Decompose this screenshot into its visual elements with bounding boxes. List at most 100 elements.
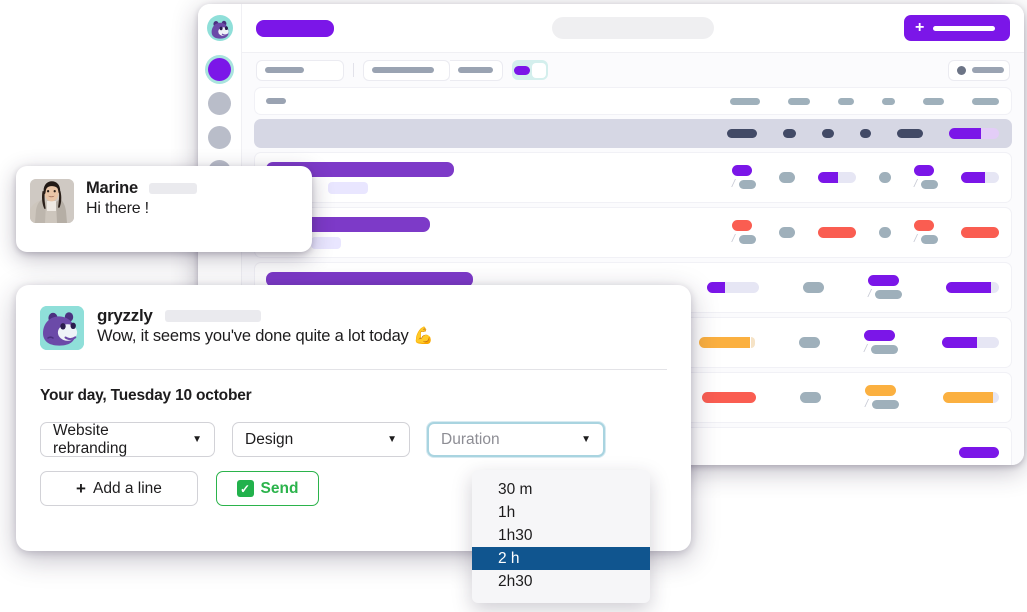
duration-dropdown-menu[interactable]: 30 m 1h 1h30 2 h 2h30 — [472, 470, 650, 603]
cell-value — [860, 129, 871, 138]
filter-select[interactable] — [256, 59, 344, 81]
user-filter-label — [972, 67, 1004, 73]
table-row[interactable] — [254, 119, 1012, 148]
duration-select[interactable]: Duration ▼ — [427, 422, 605, 457]
cell-progress — [946, 282, 999, 293]
cell-fraction: / — [731, 165, 756, 190]
cell-value — [878, 172, 891, 183]
date-range-value-label — [458, 67, 493, 73]
cell-value — [878, 227, 891, 238]
table-row[interactable]: / / — [254, 207, 1012, 258]
chevron-down-icon: ▼ — [387, 434, 397, 445]
cell-value — [822, 129, 834, 138]
cell-progress — [942, 337, 999, 348]
cell-value — [798, 337, 820, 348]
marine-message-text: Hi there ! — [86, 200, 149, 217]
cell-value — [799, 392, 821, 403]
marine-message-card: Marine Hi there ! — [16, 166, 312, 252]
plus-icon: + — [76, 478, 86, 498]
task-select-value: Design — [245, 430, 294, 448]
add-a-line-label: Add a line — [92, 479, 162, 497]
cell-fraction: / — [867, 275, 902, 300]
cell-value — [783, 129, 796, 138]
gryzzly-message-text: Wow, it seems you've done quite a lot to… — [97, 327, 434, 345]
cell-value — [730, 97, 760, 105]
cell-value — [788, 97, 810, 105]
duration-option[interactable]: 1h — [472, 501, 650, 524]
cell-progress — [959, 447, 999, 458]
app-header: + — [242, 4, 1024, 53]
cell-fraction: / — [731, 220, 756, 245]
avatar — [957, 65, 966, 75]
toggle-knob-off — [532, 62, 546, 78]
sidebar-item-workspace-3[interactable] — [208, 126, 231, 149]
cell-fraction: / — [863, 330, 898, 355]
cell-fraction: / — [864, 385, 899, 410]
gryzzly-bear-avatar — [40, 306, 84, 350]
filter-label — [265, 67, 304, 73]
cell-fraction: / — [913, 165, 938, 190]
add-a-line-button[interactable]: + Add a line — [40, 471, 198, 506]
date-range-value[interactable] — [450, 59, 503, 81]
marine-photo-avatar — [30, 179, 74, 223]
cell-value — [778, 172, 795, 183]
timestamp-redacted — [164, 310, 261, 322]
date-range-select[interactable] — [363, 59, 450, 81]
duration-select-placeholder: Duration — [441, 430, 500, 448]
sidebar-item-workspace-active[interactable] — [208, 58, 231, 81]
duration-option[interactable]: 30 m — [472, 478, 650, 501]
toolbar-divider — [353, 63, 354, 77]
cell-value — [802, 282, 824, 293]
app-toolbar — [242, 53, 1024, 87]
cell-value — [972, 97, 999, 105]
chevron-down-icon: ▼ — [581, 434, 591, 445]
cell-progress — [817, 172, 856, 183]
cell-progress — [706, 282, 759, 293]
table-row[interactable]: / / — [254, 152, 1012, 203]
tag — [311, 237, 341, 249]
cell-value — [923, 97, 944, 105]
cell-value — [838, 97, 854, 105]
cell-progress — [961, 227, 999, 238]
white-check-mark-emoji: ✓ — [236, 480, 254, 497]
add-entry-button[interactable]: + — [904, 15, 1010, 41]
search-input[interactable] — [552, 17, 714, 39]
cell-progress — [961, 172, 999, 183]
gryzzly-name: gryzzly — [97, 306, 153, 325]
billable-toggle[interactable] — [512, 60, 548, 80]
cell-progress — [943, 392, 999, 403]
project-select-value: Website rebranding — [53, 421, 128, 457]
row-label — [266, 98, 286, 104]
project-select[interactable]: Website rebranding ▼ — [40, 422, 215, 457]
cell-value — [882, 97, 895, 105]
table-row[interactable] — [254, 87, 1012, 115]
cell-progress — [949, 128, 999, 139]
task-select[interactable]: Design ▼ — [232, 422, 410, 457]
cell-fraction: / — [913, 220, 938, 245]
chevron-down-icon: ▼ — [192, 434, 202, 445]
date-range-label — [372, 67, 434, 73]
gryzzly-bear-logo-icon — [206, 15, 233, 41]
duration-option[interactable]: 1h30 — [472, 524, 650, 547]
cell-progress — [701, 392, 756, 403]
cell-value — [897, 129, 923, 138]
duration-option-selected[interactable]: 2 h — [472, 547, 650, 570]
cell-progress — [817, 227, 856, 238]
sidebar-item-workspace-2[interactable] — [208, 92, 231, 115]
card-divider — [40, 369, 667, 370]
tag — [328, 182, 368, 194]
user-filter-chip[interactable] — [948, 59, 1010, 81]
cell-progress — [698, 337, 755, 348]
toggle-knob-on — [514, 65, 530, 75]
plus-icon: + — [915, 19, 925, 36]
timestamp-redacted — [148, 183, 197, 194]
send-label: Send — [260, 479, 299, 497]
send-button[interactable]: ✓ Send — [216, 471, 319, 506]
day-title: Your day, Tuesday 10 october — [40, 387, 252, 404]
marine-name: Marine — [86, 179, 138, 197]
add-entry-label — [933, 25, 996, 31]
duration-option[interactable]: 2h30 — [472, 570, 650, 593]
cell-value — [727, 129, 757, 138]
cell-value — [778, 227, 795, 238]
brand-pill — [256, 19, 334, 37]
